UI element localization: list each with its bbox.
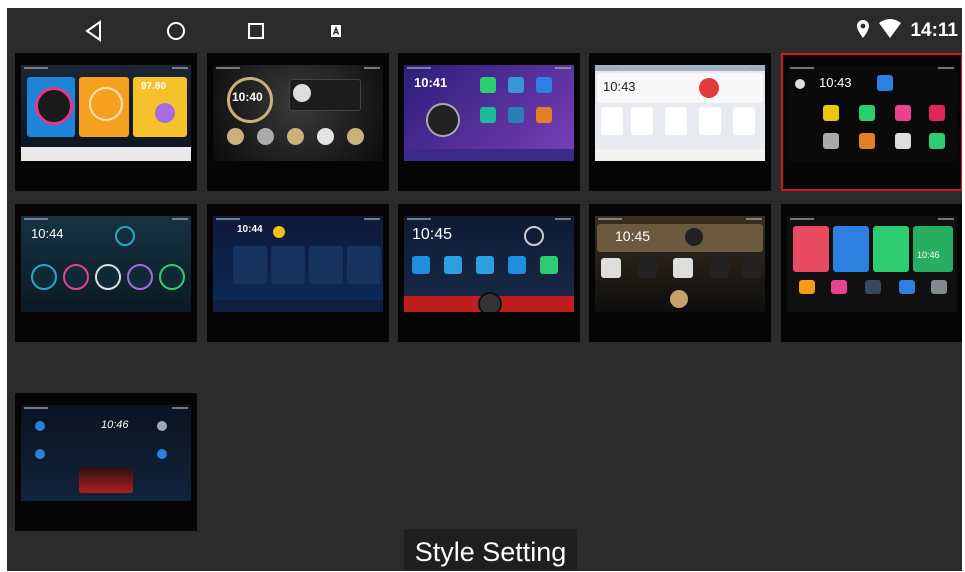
theme-card-10[interactable]: 10:46 xyxy=(781,204,962,342)
theme-preview: 10:46 xyxy=(21,405,191,501)
page-title: Style Setting xyxy=(404,529,577,571)
theme-card-9[interactable]: 10:45 xyxy=(589,204,771,342)
theme-preview: 10:46 xyxy=(787,216,957,312)
theme-card-5-selected[interactable]: 10:43 xyxy=(781,53,962,191)
theme-card-1[interactable]: 97.80 xyxy=(15,53,197,191)
screen: 14:11 97.80 10:40 10:41 10:43 10:43 10:4… xyxy=(7,8,962,571)
theme-preview: 97.80 xyxy=(21,65,191,161)
theme-card-3[interactable]: 10:41 xyxy=(398,53,580,191)
status-clock: 14:11 xyxy=(910,20,958,41)
theme-card-11[interactable]: 10:46 xyxy=(15,393,197,531)
theme-preview: 10:43 xyxy=(787,65,957,161)
wifi-icon xyxy=(878,18,902,44)
theme-preview: 10:45 xyxy=(404,216,574,312)
recents-icon[interactable] xyxy=(243,18,269,44)
status-area: 14:11 xyxy=(856,18,958,44)
theme-preview: 10:45 xyxy=(595,216,765,312)
theme-preview: 10:40 xyxy=(213,65,383,161)
theme-preview: 10:41 xyxy=(404,65,574,161)
home-icon[interactable] xyxy=(163,18,189,44)
theme-preview: 10:44 xyxy=(21,216,191,312)
theme-card-6[interactable]: 10:44 xyxy=(15,204,197,342)
location-icon xyxy=(856,19,870,44)
theme-preview: 10:43 xyxy=(595,65,765,161)
theme-card-4[interactable]: 10:43 xyxy=(589,53,771,191)
screenshot-icon[interactable] xyxy=(323,18,349,44)
theme-card-8[interactable]: 10:45 xyxy=(398,204,580,342)
theme-preview: 10:44 xyxy=(213,216,383,312)
back-icon[interactable] xyxy=(81,18,107,44)
theme-card-7[interactable]: 10:44 xyxy=(207,204,389,342)
theme-card-2[interactable]: 10:40 xyxy=(207,53,389,191)
system-bar: 14:11 xyxy=(7,8,962,52)
